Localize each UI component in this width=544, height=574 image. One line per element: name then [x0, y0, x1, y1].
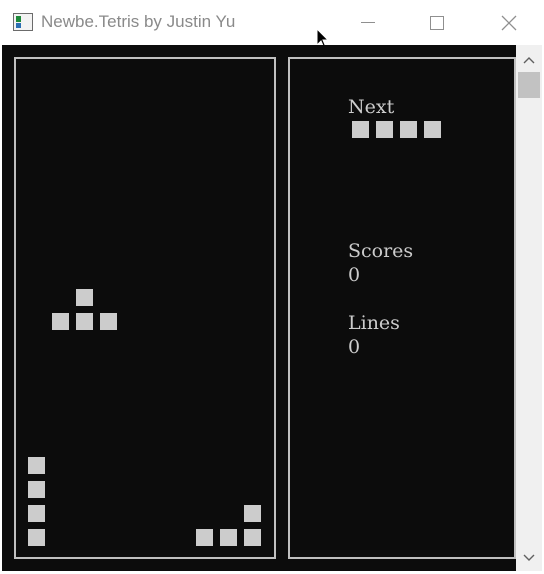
scroll-up-button[interactable]: [516, 49, 542, 71]
info-panel: Next Scores 0 Lines 0: [288, 57, 516, 559]
console-app-icon: [13, 13, 33, 31]
console-area: Next Scores 0 Lines 0: [2, 45, 516, 571]
minimize-button[interactable]: [333, 0, 403, 45]
scores-value: 0: [348, 264, 361, 286]
block: [424, 121, 441, 138]
window-title: Newbe.Tetris by Justin Yu: [41, 12, 236, 31]
title-bar[interactable]: Newbe.Tetris by Justin Yu: [0, 0, 544, 45]
scroll-thumb[interactable]: [518, 72, 540, 98]
block: [244, 505, 261, 522]
vertical-scrollbar[interactable]: [516, 45, 542, 571]
block: [76, 289, 93, 306]
block: [100, 313, 117, 330]
block: [400, 121, 417, 138]
chevron-up-icon: [523, 57, 535, 64]
block: [196, 529, 213, 546]
block: [244, 529, 261, 546]
close-button[interactable]: [474, 0, 544, 45]
block: [352, 121, 369, 138]
block: [28, 481, 45, 498]
block: [52, 313, 69, 330]
block: [76, 313, 93, 330]
block: [220, 529, 237, 546]
maximize-icon: [430, 15, 444, 30]
scores-label: Scores: [348, 240, 414, 262]
block: [376, 121, 393, 138]
close-icon: [501, 15, 517, 30]
lines-label: Lines: [348, 312, 400, 334]
tetris-console-window: Newbe.Tetris by Justin Yu Next Scores 0 …: [0, 0, 544, 574]
minimize-icon: [361, 22, 375, 23]
game-board: [14, 57, 276, 559]
block: [28, 457, 45, 474]
next-label: Next: [348, 96, 395, 118]
scroll-down-button[interactable]: [516, 547, 542, 569]
lines-value: 0: [348, 336, 361, 358]
chevron-down-icon: [523, 554, 535, 561]
maximize-button[interactable]: [402, 0, 472, 45]
block: [28, 529, 45, 546]
block: [28, 505, 45, 522]
